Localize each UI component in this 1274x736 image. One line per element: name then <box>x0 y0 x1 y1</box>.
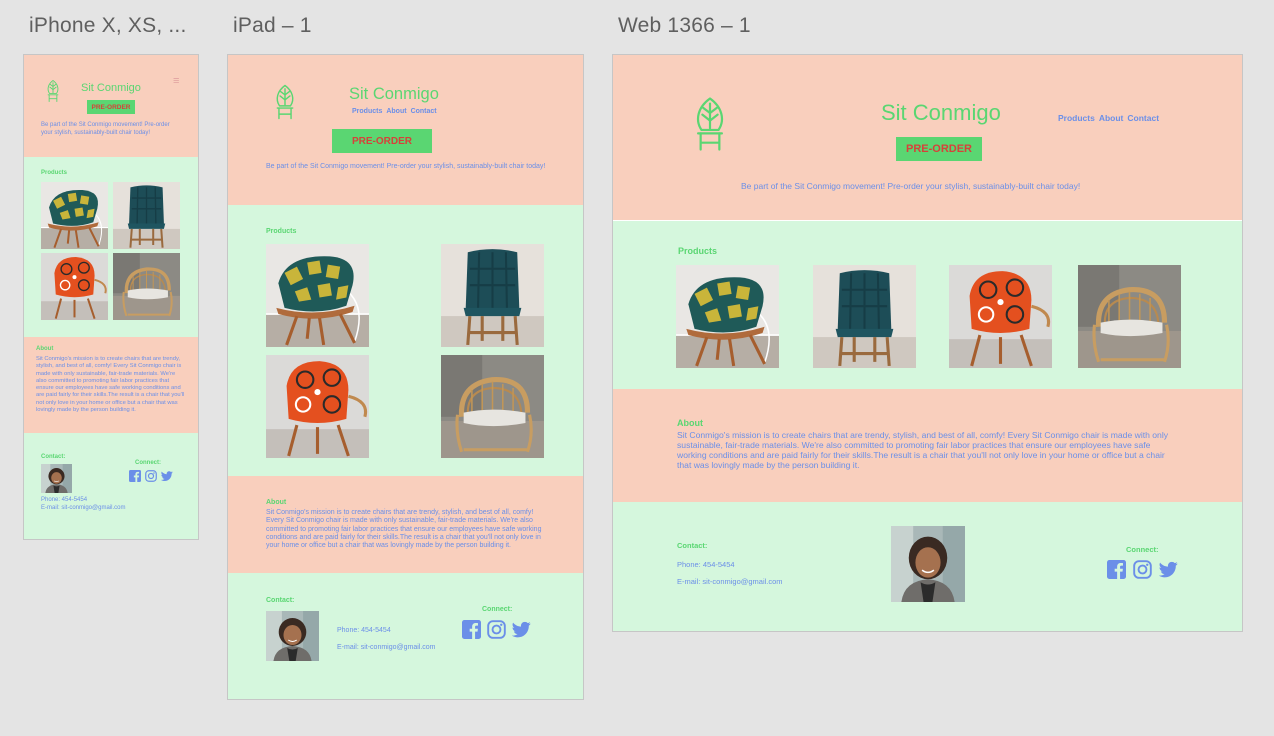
product-image-african-print-chair[interactable] <box>41 182 108 249</box>
product-image-african-print-chair[interactable] <box>266 244 369 347</box>
nav-contact[interactable]: Contact <box>411 108 437 115</box>
about-text: Sit Conmigo's mission is to create chair… <box>266 509 542 550</box>
product-image-rattan-chair[interactable] <box>1078 265 1181 368</box>
products-section: Products <box>613 220 1242 389</box>
contact-heading: Contact: <box>41 454 66 460</box>
about-section: About Sit Conmigo's mission is to create… <box>228 476 583 573</box>
artboard-web[interactable]: Sit Conmigo Products About Contact PRE-O… <box>612 54 1243 632</box>
connect-heading: Connect: <box>1126 545 1159 554</box>
artboard-title-phone[interactable]: iPhone X, XS, ... <box>29 14 187 38</box>
products-heading: Products <box>266 228 297 235</box>
facebook-icon[interactable] <box>1107 560 1126 579</box>
hero-section: Sit Conmigo Products About Contact PRE-O… <box>613 55 1242 220</box>
artboard-tablet[interactable]: Sit Conmigo Products About Contact PRE-O… <box>227 54 584 700</box>
brand-title: Sit Conmigo <box>881 100 1001 125</box>
instagram-icon[interactable] <box>1133 560 1152 579</box>
contact-section: Contact: Connect: Phone: 454-5454 E-mail… <box>24 433 198 539</box>
preorder-button[interactable]: PRE-ORDER <box>332 129 432 153</box>
artboard-title-web[interactable]: Web 1366 – 1 <box>618 14 751 38</box>
product-image-orange-print-chair[interactable] <box>266 355 369 458</box>
product-image-orange-print-chair[interactable] <box>949 265 1052 368</box>
product-image-teal-cushion-chair[interactable] <box>113 182 180 249</box>
product-image-teal-cushion-chair[interactable] <box>813 265 916 368</box>
nav-contact[interactable]: Contact <box>1127 113 1159 123</box>
about-heading: About <box>36 346 54 352</box>
product-image-teal-cushion-chair[interactable] <box>441 244 544 347</box>
menu-icon[interactable]: ≡ <box>173 75 179 87</box>
hero-section: Sit Conmigo Products About Contact PRE-O… <box>228 55 583 205</box>
product-image-orange-print-chair[interactable] <box>41 253 108 320</box>
main-nav: Products About Contact <box>352 108 437 115</box>
social-icons <box>129 470 173 482</box>
nav-about[interactable]: About <box>386 108 406 115</box>
main-nav: Products About Contact <box>1058 113 1159 123</box>
contact-section: Contact: Phone: 454-5454 E-mail: sit-con… <box>228 573 583 699</box>
product-image-rattan-chair[interactable] <box>441 355 544 458</box>
about-section: About Sit Conmigo's mission is to create… <box>613 389 1242 502</box>
about-section: About Sit Conmigo's mission is to create… <box>24 337 198 433</box>
facebook-icon[interactable] <box>129 470 141 482</box>
brand-title: Sit Conmigo <box>349 85 439 103</box>
leaf-chair-icon <box>693 93 727 155</box>
twitter-icon[interactable] <box>512 620 531 639</box>
brand-title: Sit Conmigo <box>81 82 141 94</box>
products-heading: Products <box>678 246 718 256</box>
product-image-rattan-chair[interactable] <box>113 253 180 320</box>
tagline: Be part of the Sit Conmigo movement! Pre… <box>266 163 546 170</box>
phone-text: Phone: 454-5454 <box>41 497 88 503</box>
products-heading: Products <box>41 170 68 176</box>
twitter-icon[interactable] <box>161 470 173 482</box>
contact-photo <box>41 464 72 493</box>
products-section: Products <box>24 157 198 337</box>
twitter-icon[interactable] <box>1159 560 1178 579</box>
social-icons <box>1107 560 1178 579</box>
artboard-title-tablet[interactable]: iPad – 1 <box>233 14 312 38</box>
about-heading: About <box>266 499 287 506</box>
phone-text: Phone: 454-5454 <box>337 627 391 634</box>
contact-photo <box>266 611 319 661</box>
contact-heading: Contact: <box>677 541 708 550</box>
hero-section: Sit Conmigo ≡ PRE-ORDER Be part of the S… <box>24 55 198 157</box>
nav-about[interactable]: About <box>1099 113 1124 123</box>
products-section: Products <box>228 205 583 476</box>
preorder-button[interactable]: PRE-ORDER <box>87 100 135 114</box>
email-link[interactable]: E-mail: sit-conmigo@gmail.com <box>337 644 436 651</box>
preorder-button[interactable]: PRE-ORDER <box>896 137 982 161</box>
instagram-icon[interactable] <box>487 620 506 639</box>
instagram-icon[interactable] <box>145 470 157 482</box>
connect-heading: Connect: <box>482 606 513 613</box>
contact-section: Contact: Phone: 454-5454 E-mail: sit-con… <box>613 502 1242 631</box>
email-link[interactable]: E-mail: sit-conmigo@gmail.com <box>41 505 125 511</box>
contact-heading: Contact: <box>266 597 295 604</box>
about-text: Sit Conmigo's mission is to create chair… <box>36 356 185 414</box>
tagline: Be part of the Sit Conmigo movement! Pre… <box>41 122 170 136</box>
phone-text: Phone: 454-5454 <box>677 560 735 569</box>
about-heading: About <box>677 418 703 428</box>
tagline: Be part of the Sit Conmigo movement! Pre… <box>741 181 1081 191</box>
contact-photo <box>891 526 965 602</box>
artboard-phone[interactable]: Sit Conmigo ≡ PRE-ORDER Be part of the S… <box>23 54 199 540</box>
leaf-chair-icon <box>46 79 60 103</box>
facebook-icon[interactable] <box>462 620 481 639</box>
product-image-african-print-chair[interactable] <box>676 265 779 368</box>
leaf-chair-icon <box>274 83 296 121</box>
about-text: Sit Conmigo's mission is to create chair… <box>677 430 1169 470</box>
email-link[interactable]: E-mail: sit-conmigo@gmail.com <box>677 577 783 586</box>
connect-heading: Connect: <box>135 460 161 466</box>
nav-products[interactable]: Products <box>1058 113 1095 123</box>
nav-products[interactable]: Products <box>352 108 382 115</box>
social-icons <box>462 620 531 639</box>
